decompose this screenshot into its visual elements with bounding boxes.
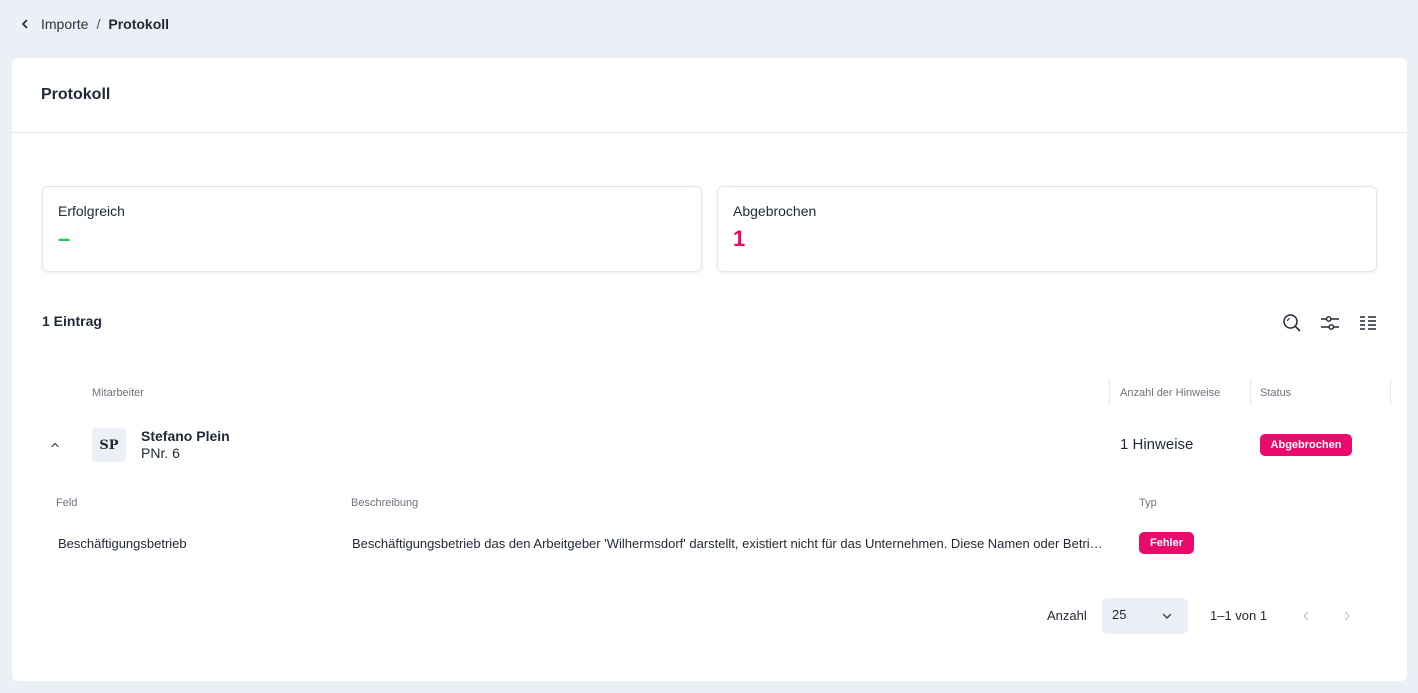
hint-count: 1 Hinweise [1120, 436, 1194, 453]
detail-description: Beschäftigungsbetrieb das den Arbeitgebe… [352, 536, 1108, 551]
breadcrumb-current: Protokoll [108, 16, 170, 32]
stat-value-aborted: 1 [733, 226, 746, 251]
subcolumn-header-description: Beschreibung [351, 497, 419, 509]
back-chevron-icon[interactable] [18, 17, 32, 31]
chevron-down-icon [1160, 609, 1174, 623]
breadcrumb-parent-link[interactable]: Importe [41, 16, 88, 32]
type-badge: Fehler [1139, 532, 1194, 554]
card-header: Protokoll [12, 58, 1407, 133]
stat-card-successful: Erfolgreich – [42, 186, 702, 272]
page-size-value: 25 [1112, 607, 1127, 622]
page-size-label: Anzahl [1047, 608, 1087, 623]
detail-field: Beschäftigungsbetrieb [58, 536, 187, 551]
previous-page-icon[interactable] [1298, 608, 1314, 624]
column-header-status[interactable]: Status [1260, 387, 1291, 399]
subcolumn-header-type: Typ [1139, 497, 1157, 509]
collapse-row-chevron-icon[interactable] [48, 438, 62, 452]
search-icon[interactable] [1281, 312, 1303, 334]
stat-label-successful: Erfolgreich [58, 203, 125, 219]
avatar: SP [92, 428, 126, 462]
entry-count: 1 Eintrag [42, 313, 102, 329]
stat-value-successful: – [58, 226, 71, 251]
protocol-card: Protokoll Erfolgreich – Abgebrochen 1 1 … [12, 58, 1407, 681]
employee-name: Stefano Plein [141, 428, 230, 444]
next-page-icon[interactable] [1339, 608, 1355, 624]
column-header-employee[interactable]: Mitarbeiter [92, 387, 144, 399]
filter-sliders-icon[interactable] [1319, 312, 1341, 334]
breadcrumb: Importe / Protokoll [18, 14, 169, 34]
pagination-range: 1–1 von 1 [1210, 608, 1268, 623]
column-settings-icon[interactable] [1357, 312, 1379, 334]
column-divider [1390, 380, 1391, 404]
employee-pnr: PNr. 6 [141, 445, 180, 461]
status-badge: Abgebrochen [1260, 434, 1352, 456]
stat-label-aborted: Abgebrochen [733, 203, 817, 219]
page-title: Protokoll [41, 86, 111, 103]
breadcrumb-separator: / [96, 16, 101, 32]
page-size-select[interactable]: 25 [1102, 598, 1188, 634]
column-divider [1109, 380, 1110, 404]
column-header-hint-count[interactable]: Anzahl der Hinweise [1120, 387, 1220, 399]
stat-card-aborted: Abgebrochen 1 [717, 186, 1377, 272]
column-divider [1250, 380, 1251, 404]
subcolumn-header-field: Feld [56, 497, 78, 509]
table-toolbar [1281, 312, 1379, 334]
